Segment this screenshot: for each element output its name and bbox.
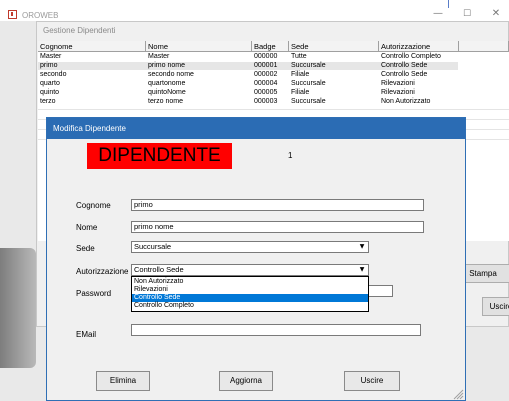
app-icon bbox=[8, 10, 17, 19]
table-cell: primo bbox=[40, 62, 58, 69]
table-cell: quartonome bbox=[148, 80, 186, 87]
table-cell: Rilevazioni bbox=[381, 89, 415, 96]
table-cell: Controllo Sede bbox=[381, 62, 428, 69]
table-cell: secondo nome bbox=[148, 71, 194, 78]
column-header-badge[interactable]: Badge bbox=[252, 41, 289, 52]
sede-combobox[interactable]: Succursale ▼ bbox=[131, 241, 369, 253]
autorizzazione-label: Autorizzazione bbox=[76, 267, 129, 276]
table-cell: Succursale bbox=[291, 98, 326, 105]
table-cell: quintoNome bbox=[148, 89, 186, 96]
autorizzazione-combobox[interactable]: Controllo Sede ▼ bbox=[131, 264, 369, 276]
table-cell: Succursale bbox=[291, 80, 326, 87]
grid-rows: Master Master 000000 Tutte Controllo Complet… bbox=[38, 53, 509, 113]
cognome-label: Cognome bbox=[76, 201, 111, 210]
table-cell: primo nome bbox=[148, 62, 185, 69]
table-cell: Controllo Sede bbox=[381, 71, 428, 78]
option-non-autorizzato[interactable]: Non Autorizzato bbox=[132, 278, 368, 286]
table-row[interactable]: quinto quintoNome 000005 Filiale Rilevazioni bbox=[38, 89, 458, 97]
column-header-nome[interactable]: Nome bbox=[146, 41, 252, 52]
autorizzazione-dropdown-list[interactable]: Non Autorizzato Rilevazioni Controllo Se… bbox=[131, 276, 369, 312]
table-cell: 000002 bbox=[254, 71, 278, 78]
resize-grip-icon[interactable] bbox=[452, 388, 464, 400]
table-cell: Controllo Completo bbox=[381, 53, 441, 60]
modifica-dipendente-dialog: Modifica Dipendente DIPENDENTE 1 Cognome… bbox=[46, 117, 466, 401]
app-titlebar[interactable]: OROWEB — ☐ ✕ bbox=[0, 0, 509, 21]
email-label: EMail bbox=[76, 330, 97, 339]
column-header-autorizzazione[interactable]: Autorizzazione bbox=[379, 41, 459, 52]
autorizzazione-value: Controllo Sede bbox=[134, 265, 184, 274]
table-cell: Master bbox=[148, 53, 170, 60]
window-title: Gestione Dipendenti bbox=[43, 26, 116, 35]
table-cell: terzo nome bbox=[148, 98, 184, 105]
password-label: Password bbox=[76, 289, 112, 298]
table-cell: 000005 bbox=[254, 89, 278, 96]
background-window-edge bbox=[0, 248, 36, 368]
elimina-button[interactable]: Elimina bbox=[96, 371, 150, 391]
dialog-titlebar[interactable]: Modifica Dipendente bbox=[47, 118, 465, 139]
table-cell: Succursale bbox=[291, 62, 326, 69]
table-cell: Filiale bbox=[291, 89, 310, 96]
column-header-filler bbox=[459, 41, 509, 52]
table-cell: Non Autorizzato bbox=[381, 98, 431, 105]
chevron-down-icon[interactable]: ▼ bbox=[357, 243, 367, 251]
dipendente-banner: DIPENDENTE bbox=[87, 143, 232, 169]
table-row[interactable]: primo primo nome 000001 Succursale Controllo… bbox=[38, 62, 458, 70]
chevron-down-icon[interactable]: ▼ bbox=[357, 266, 367, 274]
aggiorna-button[interactable]: Aggiorna bbox=[219, 371, 273, 391]
minimize-button[interactable]: — bbox=[428, 7, 448, 21]
record-number: 1 bbox=[288, 151, 293, 160]
window-edge-line bbox=[448, 0, 449, 8]
option-controllo-sede[interactable]: Controllo Sede bbox=[132, 294, 368, 302]
table-row[interactable]: terzo terzo nome 000003 Succursale Non Autor… bbox=[38, 98, 458, 106]
nome-label: Nome bbox=[76, 223, 98, 232]
table-cell: secondo bbox=[40, 71, 67, 78]
table-cell: 000001 bbox=[254, 62, 278, 69]
table-cell: Filiale bbox=[291, 71, 310, 78]
nome-field[interactable]: primo nome bbox=[131, 221, 424, 233]
option-controllo-completo[interactable]: Controllo Completo bbox=[132, 302, 368, 310]
table-cell: Master bbox=[40, 53, 62, 60]
maximize-button[interactable]: ☐ bbox=[457, 7, 477, 21]
list-uscire-button[interactable]: Uscire bbox=[482, 297, 509, 316]
table-cell: 000004 bbox=[254, 80, 278, 87]
app-title: OROWEB bbox=[22, 11, 59, 20]
dialog-title: Modifica Dipendente bbox=[53, 124, 126, 133]
table-cell: quinto bbox=[40, 89, 60, 96]
table-cell: 000003 bbox=[254, 98, 278, 105]
option-rilevazioni[interactable]: Rilevazioni bbox=[132, 286, 368, 294]
table-row[interactable]: Master Master 000000 Tutte Controllo Complet… bbox=[38, 53, 458, 61]
sede-value: Succursale bbox=[134, 242, 172, 251]
column-header-cognome[interactable]: Cognome bbox=[38, 41, 146, 52]
table-cell: terzo bbox=[40, 98, 56, 105]
email-field[interactable] bbox=[131, 324, 421, 336]
table-row[interactable]: secondo secondo nome 000002 Filiale Controll… bbox=[38, 71, 458, 79]
table-row[interactable]: quarto quartonome 000004 Succursale Rilevazi… bbox=[38, 80, 458, 88]
table-cell: quarto bbox=[40, 80, 60, 87]
grid-line bbox=[38, 109, 509, 110]
uscire-button[interactable]: Uscire bbox=[344, 371, 400, 391]
table-cell: Tutte bbox=[291, 53, 307, 60]
sede-label: Sede bbox=[76, 244, 95, 253]
cognome-field[interactable]: primo bbox=[131, 199, 424, 211]
close-button[interactable]: ✕ bbox=[486, 7, 506, 21]
column-header-sede[interactable]: Sede bbox=[289, 41, 379, 52]
table-cell: Rilevazioni bbox=[381, 80, 415, 87]
table-cell: 000000 bbox=[254, 53, 278, 60]
